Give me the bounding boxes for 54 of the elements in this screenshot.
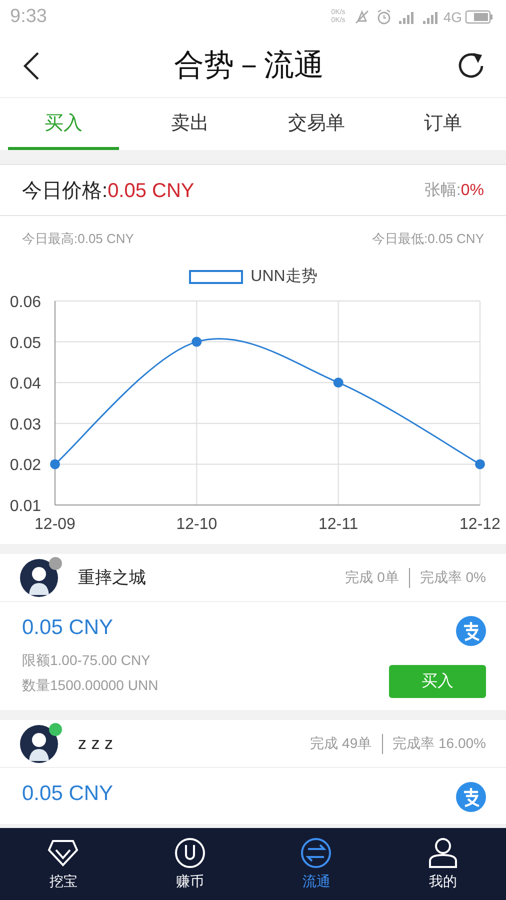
payment-icon bbox=[456, 782, 486, 812]
unit-price: 0.05 CNY bbox=[22, 616, 114, 640]
avatar-icon bbox=[20, 558, 58, 596]
unit-price: 0.05 CNY bbox=[22, 782, 114, 806]
status-time: 9:33 bbox=[10, 6, 47, 28]
merchant-name: 重摔之城 bbox=[78, 567, 147, 589]
merchant-name: z z z bbox=[78, 734, 114, 754]
completed-count: 完成 0单 bbox=[345, 568, 399, 586]
nav-item[interactable]: 流通 bbox=[253, 828, 380, 900]
today-price: 今日价格:0.05 CNY bbox=[22, 178, 194, 204]
price-change: 张幅:0% bbox=[424, 180, 484, 200]
nav-item[interactable]: 挖宝 bbox=[0, 828, 126, 900]
point bbox=[333, 378, 344, 388]
alarm-icon bbox=[376, 9, 392, 25]
point bbox=[50, 459, 60, 470]
tab[interactable]: 订单 bbox=[388, 98, 498, 150]
y-tick-label: 0.06 bbox=[10, 294, 41, 311]
person-icon bbox=[426, 837, 459, 869]
nav-item[interactable]: 赚币 bbox=[126, 828, 253, 900]
today-low: 今日最低:0.05 CNY bbox=[372, 230, 484, 248]
battery-icon bbox=[465, 10, 493, 24]
tab[interactable]: 卖出 bbox=[134, 98, 245, 150]
point bbox=[475, 459, 485, 470]
coin-icon bbox=[174, 837, 206, 869]
signal-icon bbox=[398, 10, 416, 24]
y-tick-label: 0.03 bbox=[10, 416, 41, 434]
completion-rate: 完成率 0% bbox=[420, 568, 486, 586]
y-tick-label: 0.04 bbox=[10, 376, 41, 393]
completed-count: 完成 49单 bbox=[310, 734, 372, 752]
quantity: 数量1500.00000 UNN bbox=[22, 676, 158, 695]
exchange-icon bbox=[300, 837, 332, 869]
page-title: 合势－流通 bbox=[174, 48, 324, 84]
mute-icon bbox=[354, 9, 370, 25]
y-tick-label: 0.05 bbox=[10, 334, 41, 352]
point bbox=[192, 336, 202, 347]
legend-label: UNN走势 bbox=[250, 266, 318, 287]
x-tick-label: 12-11 bbox=[318, 516, 358, 533]
y-tick-label: 0.01 bbox=[10, 498, 41, 515]
x-tick-label: 12-09 bbox=[34, 516, 76, 533]
payment-icon bbox=[456, 616, 486, 646]
refresh-icon bbox=[456, 50, 486, 80]
today-high: 今日最高:0.05 CNY bbox=[22, 230, 134, 248]
avatar-icon bbox=[20, 724, 58, 762]
x-tick-label: 12-12 bbox=[460, 516, 500, 533]
nav-item[interactable]: 我的 bbox=[380, 828, 506, 900]
tab[interactable]: 交易单 bbox=[261, 98, 372, 150]
y-tick-label: 0.02 bbox=[10, 457, 41, 474]
limit-range: 限额1.00-75.00 CNY bbox=[22, 651, 152, 670]
completion-rate: 完成率 16.00% bbox=[392, 734, 486, 752]
network-type: 4G bbox=[443, 9, 462, 25]
x-tick-label: 12-10 bbox=[176, 516, 218, 533]
signal-icon bbox=[422, 10, 440, 24]
legend-swatch bbox=[188, 270, 243, 284]
gem-icon bbox=[47, 837, 80, 869]
